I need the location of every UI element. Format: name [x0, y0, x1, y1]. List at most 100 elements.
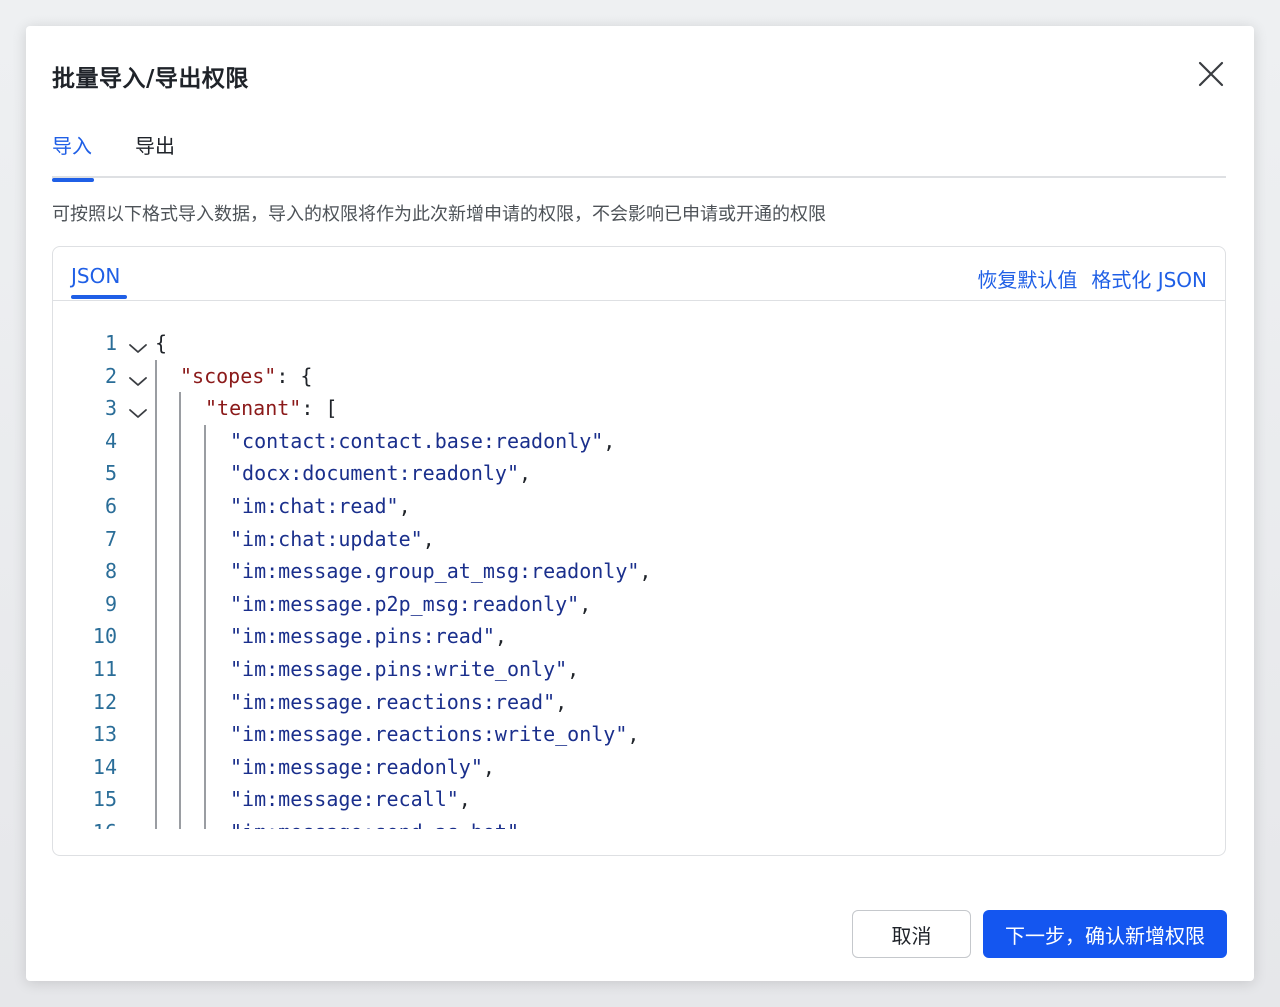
- tab-import-label: 导入: [52, 134, 92, 158]
- code-line: 8 "im:message.group_at_msg:readonly",: [53, 555, 1225, 587]
- code-line: 1{: [53, 327, 1225, 359]
- line-number: 1: [104, 331, 117, 355]
- line-number: 13: [92, 722, 117, 747]
- code-text: "im:message:readonly",: [230, 751, 495, 783]
- code-text: "im:message.reactions:read",: [230, 686, 567, 718]
- line-number: 3: [104, 396, 117, 421]
- json-string: "im:message:readonly": [230, 754, 483, 779]
- json-punctuation: ,: [639, 559, 652, 584]
- code-text: {: [155, 327, 167, 359]
- json-string: "im:chat:update": [230, 526, 423, 551]
- json-string: "im:message.pins:read": [230, 624, 495, 649]
- json-punctuation: ,: [398, 494, 411, 518]
- code-line: 7 "im:chat:update",: [53, 523, 1225, 555]
- code-line: 11 "im:message.pins:write_only",: [53, 653, 1225, 685]
- editor-tab-json[interactable]: JSON: [71, 264, 120, 288]
- json-punctuation: ,: [555, 689, 568, 714]
- chevron-down-icon[interactable]: [127, 367, 149, 386]
- json-string: "im:message.p2p_msg:readonly": [230, 591, 580, 616]
- code-line: 10 "im:message.pins:read",: [53, 620, 1225, 652]
- format-json-link[interactable]: 格式化 JSON: [1091, 264, 1207, 293]
- tab-export-label: 导出: [135, 134, 175, 158]
- close-icon[interactable]: [1194, 57, 1228, 91]
- code-line: 12 "im:message.reactions:read",: [53, 686, 1225, 718]
- line-number: 10: [92, 624, 117, 649]
- code-text: "im:message.group_at_msg:readonly",: [230, 555, 651, 587]
- indent-guide: [204, 424, 206, 829]
- line-number: 2: [104, 363, 117, 388]
- code-line: 2 "scopes": {: [53, 360, 1225, 392]
- json-punctuation: ,: [519, 820, 531, 829]
- code-line: 5 "docx:document:readonly",: [53, 457, 1225, 489]
- line-number: 7: [104, 526, 117, 551]
- json-string: "docx:document:readonly": [230, 461, 519, 486]
- code-text: "im:chat:read",: [230, 490, 411, 522]
- tab-active-indicator: [52, 178, 94, 182]
- json-punctuation: ,: [494, 624, 507, 649]
- json-punctuation: ,: [422, 526, 435, 551]
- json-punctuation: ,: [627, 722, 640, 747]
- code-text-area[interactable]: 1{2 "scopes": {3 "tenant": [4 "contact:cont…: [53, 303, 1225, 829]
- code-text: "im:message.pins:write_only",: [230, 653, 579, 685]
- code-text: "im:chat:update",: [230, 523, 435, 555]
- code-text: "docx:document:readonly",: [230, 457, 531, 489]
- indent-guide: [179, 392, 181, 829]
- json-punctuation: {: [155, 331, 168, 355]
- tab-import[interactable]: 导入: [52, 130, 94, 182]
- code-text: "im:message.pins:read",: [230, 620, 507, 652]
- line-number: 8: [104, 559, 117, 584]
- chevron-down-icon[interactable]: [127, 399, 149, 419]
- json-string: "im:message:send_as_bot": [230, 820, 519, 829]
- json-key: "tenant": [205, 396, 302, 421]
- line-number: 15: [92, 787, 117, 812]
- batch-permission-dialog: 批量导入/导出权限 导入 导出 可按照以下格式导入数据，导入的权限将作为此次新增…: [26, 26, 1254, 981]
- line-number: 16: [53, 816, 117, 829]
- editor-actions: 恢复默认值 格式化 JSON: [977, 264, 1207, 293]
- code-line: 9 "im:message.p2p_msg:readonly",: [53, 588, 1225, 620]
- tab-export[interactable]: 导出: [135, 130, 175, 159]
- json-punctuation: : [: [301, 396, 338, 421]
- code-line: 3 "tenant": [: [53, 392, 1225, 424]
- code-text: "im:message:recall",: [230, 783, 471, 815]
- code-text: "contact:contact.base:readonly",: [230, 425, 615, 457]
- code-text: "scopes": {: [180, 360, 312, 392]
- json-string: "im:message.pins:write_only": [230, 657, 568, 681]
- editor-tab-indicator: [71, 295, 127, 299]
- json-punctuation: : {: [276, 363, 313, 388]
- code-line: 6 "im:chat:read",: [53, 490, 1225, 522]
- code-text: "im:message:send_as_bot",: [230, 816, 531, 829]
- json-string: "contact:contact.base:readonly": [230, 428, 604, 453]
- line-number: 14: [92, 754, 117, 779]
- line-number: 5: [104, 461, 117, 486]
- code-line: 4 "contact:contact.base:readonly",: [53, 425, 1225, 457]
- json-punctuation: ,: [579, 591, 592, 616]
- chevron-down-icon[interactable]: [127, 334, 149, 353]
- restore-default-link[interactable]: 恢复默认值: [977, 264, 1077, 293]
- code-line: 15 "im:message:recall",: [53, 783, 1225, 815]
- next-confirm-button[interactable]: 下一步，确认新增权限: [983, 910, 1227, 958]
- code-line: 16 "im:message:send_as_bot",: [53, 816, 1225, 829]
- code-text: "tenant": [: [205, 392, 337, 424]
- indent-guide: [155, 359, 157, 829]
- dialog-title: 批量导入/导出权限: [52, 66, 249, 92]
- import-description: 可按照以下格式导入数据，导入的权限将作为此次新增申请的权限，不会影响已申请或开通…: [52, 204, 826, 225]
- json-punctuation: ,: [603, 428, 616, 453]
- json-punctuation: ,: [518, 461, 532, 486]
- json-string: "im:message.group_at_msg:readonly": [230, 559, 640, 584]
- cancel-button[interactable]: 取消: [852, 910, 971, 958]
- json-punctuation: ,: [458, 787, 471, 812]
- json-punctuation: ,: [567, 657, 580, 681]
- tab-bar: 导入 导出: [52, 126, 1226, 182]
- json-punctuation: ,: [482, 754, 495, 779]
- line-number: 12: [92, 689, 117, 714]
- code-text: "im:message.reactions:write_only",: [230, 718, 639, 750]
- json-string: "im:message.reactions:read": [230, 689, 556, 714]
- code-text: "im:message.p2p_msg:readonly",: [230, 588, 591, 620]
- json-key: "scopes": [180, 363, 277, 388]
- json-string: "im:chat:read": [230, 494, 399, 518]
- line-number: 6: [104, 494, 117, 518]
- line-number: 9: [104, 591, 117, 616]
- line-number: 11: [92, 657, 117, 681]
- json-editor: JSON 恢复默认值 格式化 JSON 1{2 "scopes": {3 "tena…: [52, 246, 1226, 856]
- editor-header: JSON 恢复默认值 格式化 JSON: [53, 247, 1225, 301]
